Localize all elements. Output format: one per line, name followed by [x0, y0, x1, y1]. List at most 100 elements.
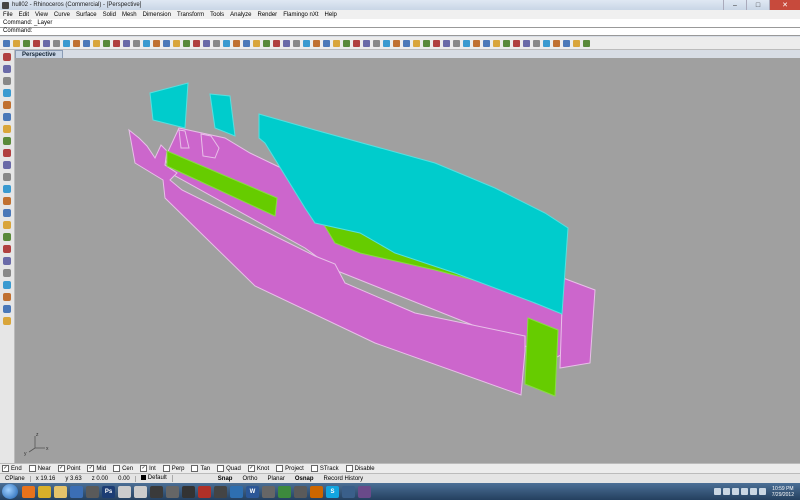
circle-icon[interactable]: [1, 99, 13, 110]
box-icon[interactable]: [322, 39, 331, 48]
four-view-icon[interactable]: [162, 39, 171, 48]
sphere-solid-icon[interactable]: [1, 195, 13, 206]
rotate-icon[interactable]: [112, 39, 121, 48]
maximize-button[interactable]: □: [746, 0, 769, 10]
record-history-toggle[interactable]: Record History: [319, 476, 369, 482]
osnap-checkbox[interactable]: ✓: [57, 465, 65, 472]
taskbar-app-app9[interactable]: [150, 485, 163, 498]
current-layer[interactable]: Default: [136, 475, 173, 482]
minimize-button[interactable]: –: [723, 0, 746, 10]
taskbar-app-app10[interactable]: [166, 485, 179, 498]
menu-mesh[interactable]: Mesh: [119, 12, 140, 18]
osnap-toggle[interactable]: Osnap: [290, 476, 319, 482]
cyan-panel-small-1[interactable]: [149, 82, 189, 129]
taskbar-app-explorer[interactable]: [54, 485, 67, 498]
save-icon[interactable]: [22, 39, 31, 48]
wireframe-icon[interactable]: [182, 39, 191, 48]
group-icon[interactable]: [422, 39, 431, 48]
osnap-end[interactable]: ✓ End: [2, 465, 22, 472]
lock-icon[interactable]: [252, 39, 261, 48]
osnap-cen[interactable]: Cen: [113, 465, 133, 472]
scale-icon[interactable]: [452, 39, 461, 48]
taskbar-app-firefox[interactable]: [22, 485, 35, 498]
sweep-icon[interactable]: [362, 39, 371, 48]
perspective-viewport[interactable]: z x y: [15, 58, 800, 463]
osnap-tan[interactable]: Tan: [191, 465, 210, 472]
extrude-icon[interactable]: [342, 39, 351, 48]
menu-transform[interactable]: Transform: [174, 12, 207, 18]
sphere-icon[interactable]: [302, 39, 311, 48]
help-icon[interactable]: [312, 39, 321, 48]
taskbar-app-word[interactable]: W: [246, 485, 259, 498]
taskbar-app-app17[interactable]: [278, 485, 291, 498]
curve-icon[interactable]: [1, 87, 13, 98]
menu-help[interactable]: Help: [322, 12, 340, 18]
show-icon[interactable]: [242, 39, 251, 48]
taskbar-app-skype[interactable]: S: [326, 485, 339, 498]
zoom-selected-icon[interactable]: [152, 39, 161, 48]
taskbar-app-app18[interactable]: [294, 485, 307, 498]
rectangle-icon[interactable]: [1, 135, 13, 146]
osnap-checkbox[interactable]: [113, 465, 121, 472]
select-arrow-icon[interactable]: [1, 51, 13, 62]
print-icon[interactable]: [32, 39, 41, 48]
boolean-icon[interactable]: [1, 207, 13, 218]
snapshot-icon[interactable]: [562, 39, 571, 48]
menu-solid[interactable]: Solid: [100, 12, 119, 18]
polygon-icon[interactable]: [1, 147, 13, 158]
transform-icon[interactable]: [1, 255, 13, 266]
close-button[interactable]: ✕: [769, 0, 800, 10]
project-icon[interactable]: [512, 39, 521, 48]
point-icon[interactable]: [1, 63, 13, 74]
cut-icon[interactable]: [52, 39, 61, 48]
arc-icon[interactable]: [1, 111, 13, 122]
osnap-int[interactable]: ✓ Int: [140, 465, 156, 472]
taskbar-app-app21[interactable]: [342, 485, 355, 498]
osnap-checkbox[interactable]: ✓: [140, 465, 148, 472]
text-icon[interactable]: [552, 39, 561, 48]
curve-from-object-icon[interactable]: [1, 267, 13, 278]
osnap-checkbox[interactable]: [28, 465, 36, 472]
measure-icon[interactable]: [532, 39, 541, 48]
fillet-edge-icon[interactable]: [1, 219, 13, 230]
rendered-icon[interactable]: [202, 39, 211, 48]
unlock-icon[interactable]: [262, 39, 271, 48]
surface-icon[interactable]: [1, 159, 13, 170]
taskbar-app-app12[interactable]: [198, 485, 211, 498]
render-tool-icon[interactable]: [1, 315, 13, 326]
taskbar-app-photoshop[interactable]: Ps: [102, 485, 115, 498]
cyan-panel-small-2[interactable]: [209, 93, 236, 137]
copy-icon[interactable]: [62, 39, 71, 48]
taskbar-app-app22[interactable]: [358, 485, 371, 498]
trim-icon[interactable]: [382, 39, 391, 48]
taskbar-app-app11[interactable]: [182, 485, 195, 498]
rhino-app-icon[interactable]: [2, 1, 9, 9]
polyline-icon[interactable]: [1, 75, 13, 86]
taskbar-app-media[interactable]: [70, 485, 83, 498]
menu-view[interactable]: View: [32, 12, 51, 18]
mirror-icon[interactable]: [462, 39, 471, 48]
tray-icon[interactable]: [713, 488, 721, 495]
osnap-checkbox[interactable]: ✓: [87, 465, 95, 472]
taskbar-app-app19[interactable]: [310, 485, 323, 498]
extrude-surface-icon[interactable]: [1, 171, 13, 182]
revolve-icon[interactable]: [372, 39, 381, 48]
analyze-curve-icon[interactable]: [1, 279, 13, 290]
dimension-tool-icon[interactable]: [1, 291, 13, 302]
osnap-checkbox[interactable]: ✓: [247, 465, 255, 472]
menu-edit[interactable]: Edit: [16, 12, 32, 18]
start-button[interactable]: [2, 484, 18, 499]
planar-toggle[interactable]: Planar: [262, 476, 289, 482]
open-icon[interactable]: [12, 39, 21, 48]
magenta-panel-tail[interactable]: [559, 277, 596, 369]
osnap-checkbox[interactable]: [345, 465, 353, 472]
command-input[interactable]: [33, 28, 734, 34]
properties-icon[interactable]: [582, 39, 591, 48]
tray-icon[interactable]: [740, 488, 748, 495]
box-solid-icon[interactable]: [1, 183, 13, 194]
menu-render[interactable]: Render: [255, 12, 281, 18]
paste-icon[interactable]: [72, 39, 81, 48]
explode-icon[interactable]: [412, 39, 421, 48]
menu-dimension[interactable]: Dimension: [140, 12, 174, 18]
menu-surface[interactable]: Surface: [73, 12, 100, 18]
